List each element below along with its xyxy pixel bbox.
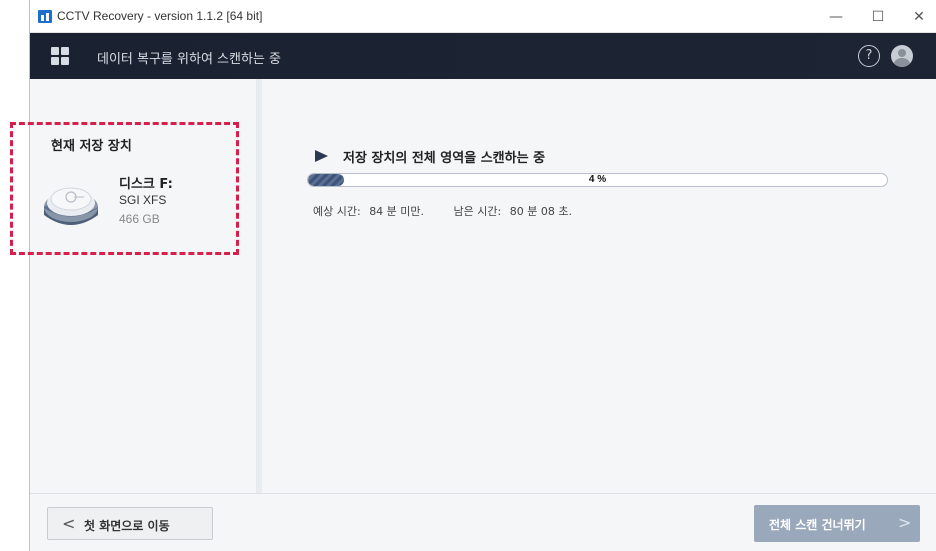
scan-progress-panel: 저장 장치의 전체 영역을 스캔하는 중 4 % 예상 시간: 84 분 미만.… [262, 79, 936, 493]
window-title: CCTV Recovery - version 1.1.2 [64 bit] [57, 9, 263, 23]
title-bar: CCTV Recovery - version 1.1.2 [64 bit] —… [30, 0, 936, 33]
app-header: 데이터 복구를 위하여 스캔하는 중 ? [30, 33, 936, 79]
estimated-time-label: 예상 시간: [313, 205, 361, 218]
estimated-time-value: 84 분 미만. [369, 205, 425, 218]
time-info: 예상 시간: 84 분 미만. 남은 시간: 80 분 08 초. [313, 203, 572, 219]
help-icon[interactable]: ? [858, 45, 880, 67]
close-button[interactable]: ✕ [902, 4, 936, 30]
menu-grid-icon[interactable] [51, 47, 69, 65]
chevron-right-icon: > [898, 513, 912, 532]
app-window: CCTV Recovery - version 1.1.2 [64 bit] —… [29, 0, 936, 551]
page-title: 데이터 복구를 위하여 스캔하는 중 [97, 52, 281, 67]
maximize-button[interactable]: ☐ [861, 4, 895, 30]
app-logo-icon [38, 10, 52, 23]
play-arrow-icon [315, 150, 328, 162]
progress-percent-label: 4 % [588, 174, 607, 185]
account-avatar-icon[interactable] [891, 45, 913, 67]
device-highlight-box [10, 122, 239, 255]
footer-bar: < 첫 화면으로 이동 전체 스캔 건너뛰기 > [30, 494, 936, 551]
scan-progress-bar: 4 % [307, 173, 888, 187]
skip-full-scan-button[interactable]: 전체 스캔 건너뛰기 > [754, 505, 920, 542]
chevron-left-icon: < [62, 514, 76, 533]
scan-title: 저장 장치의 전체 영역을 스캔하는 중 [343, 151, 546, 166]
back-button-label: 첫 화면으로 이동 [84, 519, 170, 533]
back-to-home-button[interactable]: < 첫 화면으로 이동 [47, 507, 213, 540]
minimize-button[interactable]: — [819, 4, 853, 30]
remaining-time-value: 80 분 08 초. [509, 205, 572, 218]
skip-button-label: 전체 스캔 건너뛰기 [769, 518, 866, 532]
remaining-time-label: 남은 시간: [453, 205, 502, 218]
